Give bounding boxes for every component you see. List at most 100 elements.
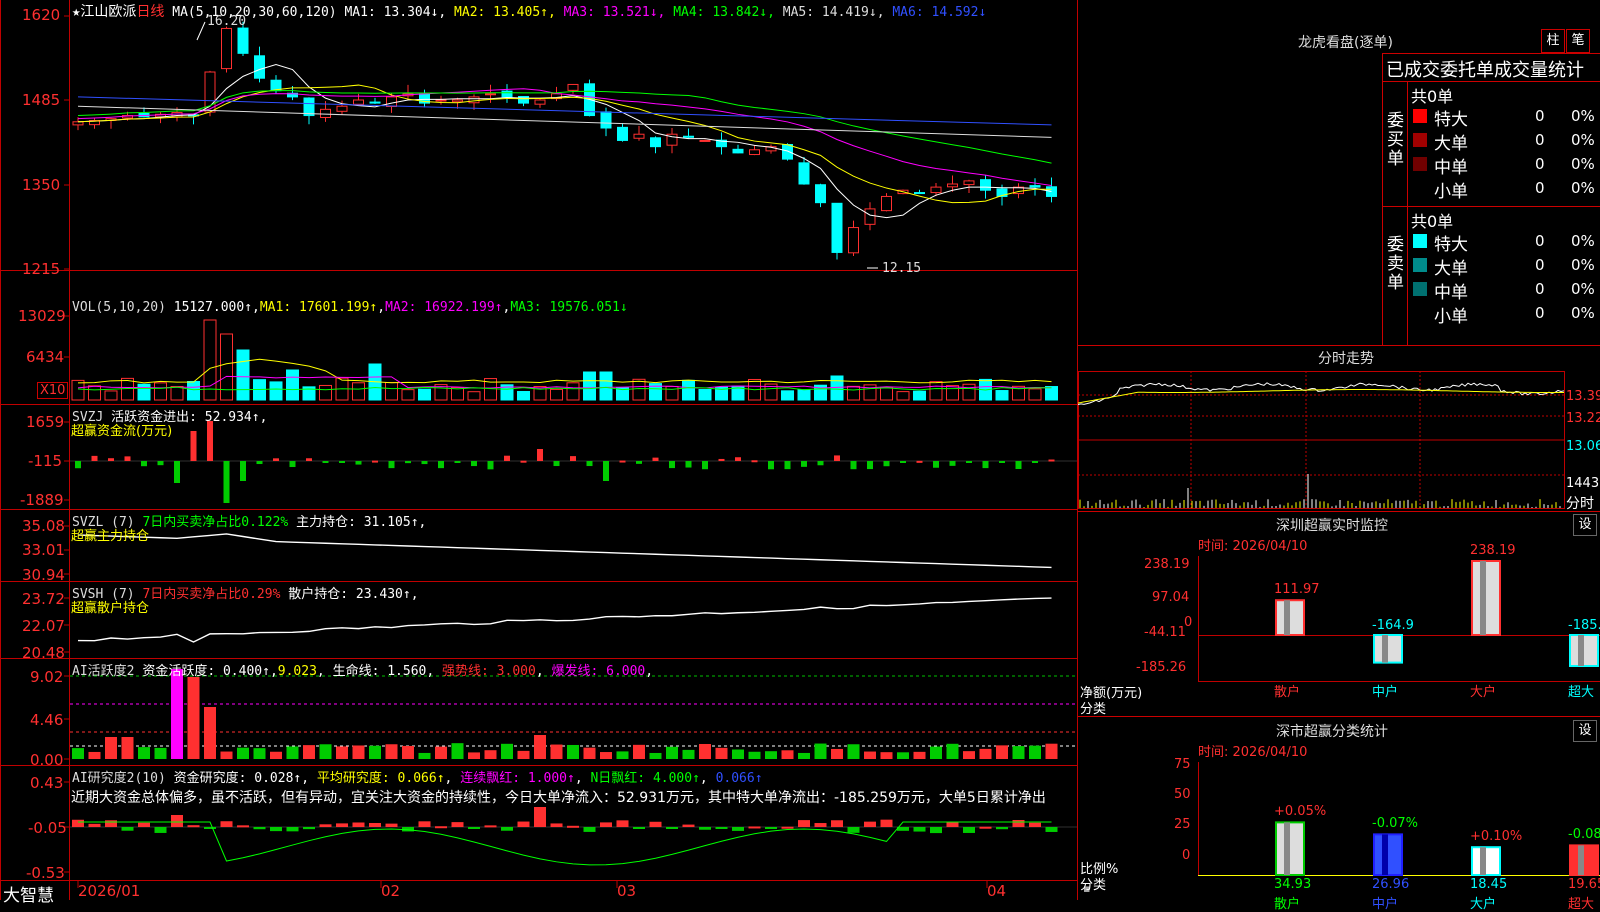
candle-body [386, 96, 397, 107]
research-bar [451, 822, 464, 827]
low-label: 12.15 [882, 261, 922, 276]
stock-name[interactable]: ★江山欧派 [72, 4, 136, 20]
flow-bar [471, 461, 477, 467]
flow-bar [966, 461, 972, 463]
order-pct: 0% [1571, 232, 1595, 250]
classify-y-tick: 25 [1174, 817, 1191, 832]
y-tick: -115 [28, 452, 63, 470]
tick-mode-button[interactable]: 笔 [1566, 29, 1590, 53]
chart-area[interactable] [0, 0, 1078, 900]
candle-body [815, 184, 826, 204]
research-bar [121, 827, 134, 831]
activity-bar [121, 737, 134, 759]
classify-value-label: 19.65 [1568, 877, 1600, 892]
flow-bar [537, 449, 543, 461]
activity-bar [798, 752, 810, 759]
bar-mode-button[interactable]: 柱 [1541, 29, 1565, 53]
flow-bar [289, 461, 296, 468]
candle-body [254, 55, 265, 79]
research-bar [1029, 822, 1041, 827]
flow-bar [553, 461, 560, 467]
activity-bar [699, 743, 711, 759]
flow-bar [207, 421, 213, 461]
activity-bar [220, 751, 233, 759]
order-count: 0 [1535, 232, 1545, 250]
volume-bar [418, 388, 431, 401]
candle-body [683, 135, 694, 138]
monitor-value-label: -185.26 [1568, 618, 1600, 633]
y-tick: 22.07 [22, 617, 65, 635]
classify-y-tick: 0 [1182, 848, 1191, 863]
flow-bar [801, 461, 807, 467]
flow-bar [652, 457, 659, 461]
volume-bar [583, 371, 596, 401]
candle-body [518, 95, 529, 104]
volume-bar [451, 387, 464, 401]
volume-bar [319, 384, 332, 401]
activity-bar [253, 748, 266, 759]
classify-category-label: 大户 [1470, 897, 1497, 912]
classify-bar [1569, 844, 1599, 876]
flow-bar [438, 461, 444, 469]
flow-bar [586, 461, 593, 467]
svzl-polyline [77, 533, 1052, 569]
order-color-swatch [1413, 282, 1427, 296]
research-bar [748, 826, 761, 829]
order-type-label: 大单 [1434, 259, 1468, 279]
classify-xlabel: 分类 [1080, 878, 1107, 893]
flow-bar [91, 455, 98, 461]
research-bars [72, 807, 1058, 866]
candle-body [336, 105, 348, 112]
ai-comment: 近期大资金总体偏多，虽不活跃，但有异动，宜关注大资金的持续性，今日大单净流入：5… [71, 790, 1046, 806]
research-bar [616, 820, 629, 827]
classify-value-label: 34.93 [1274, 877, 1312, 892]
candle-body [980, 179, 991, 191]
y-tick: 1485 [22, 91, 61, 109]
intraday-vol-tick: 1443 [1566, 476, 1600, 491]
activity-bar [831, 748, 843, 759]
activity-bar [237, 747, 249, 759]
research-bar [946, 822, 959, 827]
flow-bar [735, 457, 741, 461]
volume-bar [385, 382, 398, 401]
ma-legend-item: MA1: 13.304↓, [344, 5, 455, 20]
y-tick: 1659 [26, 413, 65, 431]
classify-y-tick: 75 [1174, 757, 1191, 772]
flow-bar [355, 461, 362, 465]
order-color-swatch [1413, 258, 1427, 272]
research-bar [286, 827, 299, 832]
research-bar [88, 823, 101, 827]
classify-category-label: 散户 [1274, 897, 1301, 912]
volume-bar [962, 383, 976, 401]
flow-bar [685, 461, 692, 468]
research-bar [385, 823, 398, 827]
activity-bar [402, 745, 414, 759]
classify-bar [1373, 833, 1403, 876]
research-bar [765, 827, 777, 829]
order-color-swatch [1413, 234, 1427, 248]
activity-bar [204, 707, 216, 759]
activity-bar [286, 746, 299, 759]
volume-bar [632, 378, 646, 401]
activity-bar [435, 746, 447, 759]
flow-bar [900, 461, 906, 463]
candle-body [699, 139, 711, 142]
monitor-y-tick: 97.04 [1152, 590, 1190, 605]
activity-bar [996, 745, 1008, 759]
period-label[interactable]: 日线 [136, 4, 164, 20]
research-bar [352, 822, 365, 827]
ma-line [77, 84, 1052, 204]
research-bar [715, 827, 728, 829]
monitor-bar [1373, 634, 1403, 664]
flow-bar [933, 461, 939, 468]
order-count: 0 [1535, 256, 1545, 274]
research-bar [171, 815, 183, 827]
y-tick: 20.48 [22, 644, 65, 662]
flow-bar [504, 455, 510, 461]
ai-active-legend: AI活跃度2 资金活跃度: 0.400↑,9.023, 生命线: 1.560, … [72, 664, 654, 679]
intraday-tick: 13.39 [1566, 389, 1600, 404]
candle-body [1029, 185, 1041, 188]
flow-bar [768, 461, 774, 470]
volume-bar [929, 381, 943, 401]
monitor-bar [1471, 560, 1501, 636]
